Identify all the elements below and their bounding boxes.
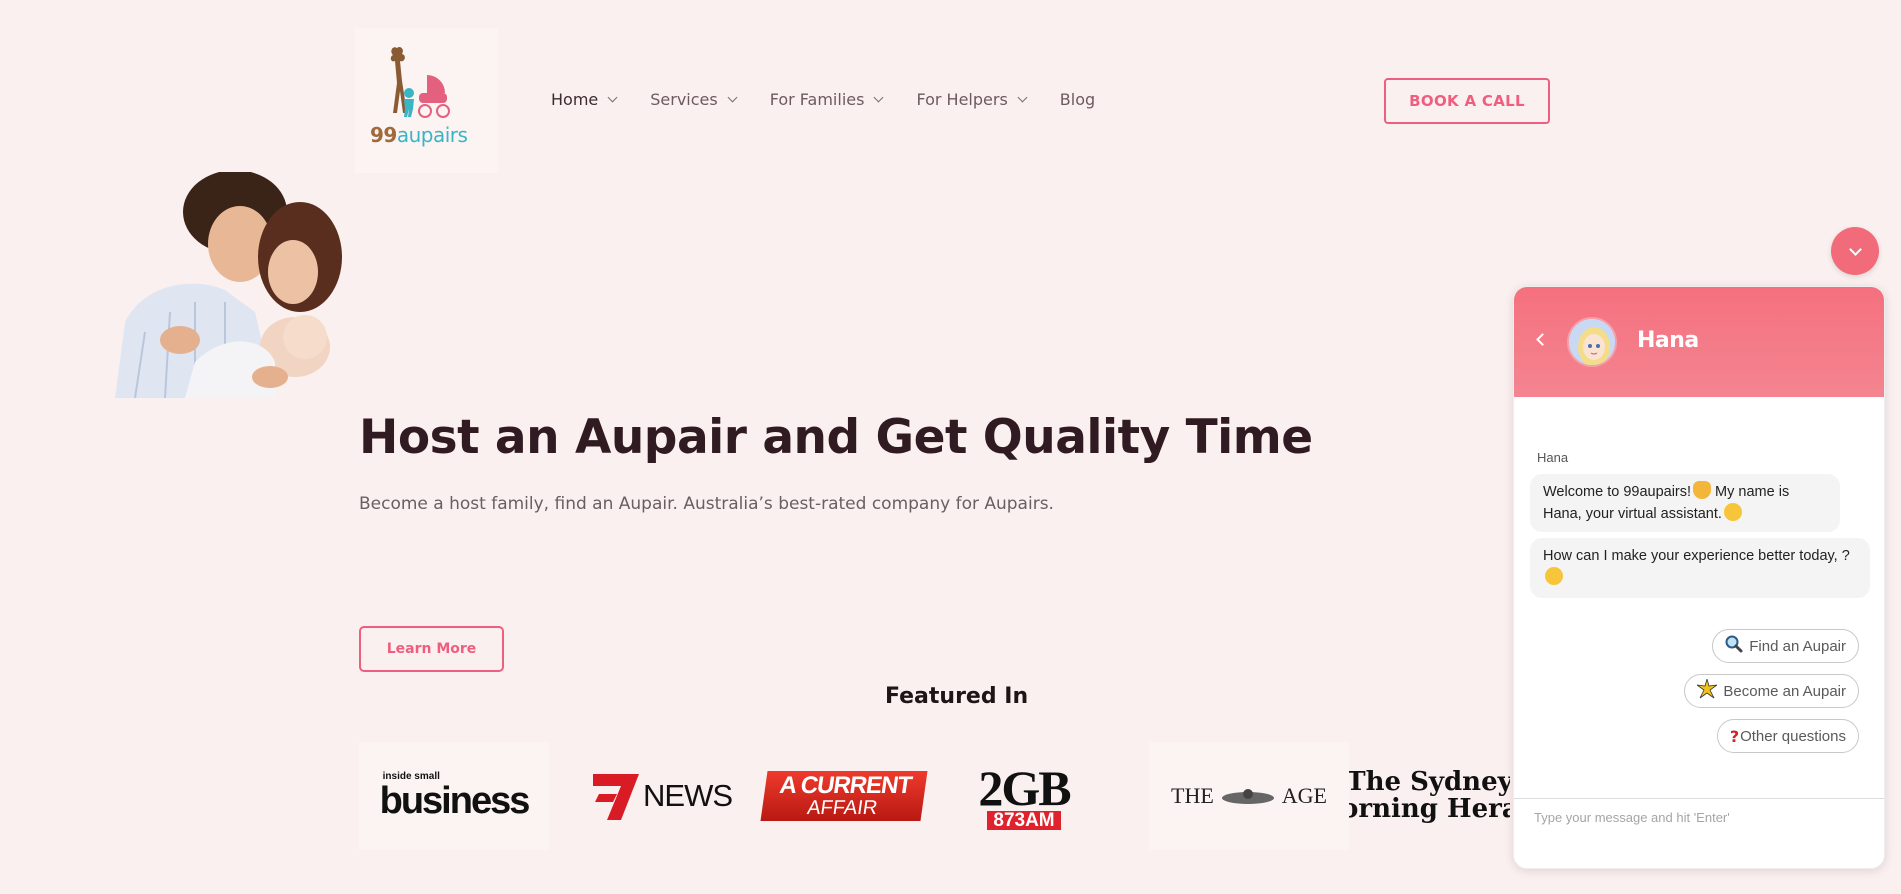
magnifier-icon bbox=[1725, 635, 1743, 657]
quick-reply-label: Find an Aupair bbox=[1749, 637, 1846, 655]
chat-message: Welcome to 99aupairs! My name is Hana, y… bbox=[1530, 474, 1840, 532]
logo-inside-small-business: inside small business bbox=[359, 742, 549, 850]
logo-a-current-affair: A CURRENT AFFAIR bbox=[759, 742, 929, 850]
chevron-down-icon bbox=[607, 92, 618, 103]
book-a-call-button[interactable]: BOOK A CALL bbox=[1384, 78, 1550, 124]
quick-reply-find-aupair[interactable]: Find an Aupair bbox=[1712, 629, 1859, 663]
nav-home[interactable]: Home bbox=[551, 90, 618, 109]
featured-logos: inside small business NEWS A CURRENT AFF… bbox=[359, 742, 1510, 850]
main-nav: Home Services For Families For Helpers B… bbox=[551, 90, 1129, 109]
chat-widget: Hana Hana Welcome to 99aupairs! My name … bbox=[1513, 286, 1885, 869]
crest-icon bbox=[1221, 789, 1274, 804]
smile-icon bbox=[1723, 503, 1742, 521]
nav-for-families-label: For Families bbox=[769, 90, 865, 109]
nav-home-label: Home bbox=[551, 90, 599, 109]
chat-minimize-button[interactable] bbox=[1831, 227, 1879, 275]
message-text: How can I make your experience better to… bbox=[1543, 548, 1850, 564]
nav-blog[interactable]: Blog bbox=[1060, 90, 1095, 109]
nav-services-label: Services bbox=[650, 90, 718, 109]
logo-text: 99aupairs bbox=[370, 123, 468, 147]
quick-reply-other-questions[interactable]: ? Other questions bbox=[1716, 719, 1859, 753]
nav-for-helpers[interactable]: For Helpers bbox=[916, 90, 1028, 109]
agent-name: Hana bbox=[1637, 328, 1699, 353]
learn-more-button[interactable]: Learn More bbox=[359, 626, 504, 672]
hero-family-photo bbox=[75, 172, 355, 398]
chat-input-divider bbox=[1514, 798, 1884, 799]
nav-blog-label: Blog bbox=[1059, 90, 1096, 109]
chevron-down-icon bbox=[1017, 92, 1028, 103]
hero-title: Host an Aupair and Get Quality Time bbox=[359, 410, 1313, 465]
message-text: Welcome to 99aupairs! bbox=[1543, 484, 1692, 500]
back-arrow-icon[interactable] bbox=[1536, 333, 1549, 346]
thinking-face-icon bbox=[1545, 567, 1563, 585]
agent-avatar bbox=[1567, 317, 1617, 367]
quick-reply-become-aupair[interactable]: Become an Aupair bbox=[1684, 674, 1859, 708]
nav-services[interactable]: Services bbox=[650, 90, 738, 109]
logo-2gb: 2GB 873AM bbox=[978, 759, 1072, 831]
message-sender-label: Hana bbox=[1537, 450, 1569, 465]
site-logo[interactable]: 99aupairs bbox=[355, 28, 498, 173]
chat-header: Hana bbox=[1514, 287, 1884, 397]
logo-the-age: THE AGE bbox=[1149, 742, 1349, 850]
chevron-down-icon bbox=[1848, 242, 1862, 256]
nav-for-helpers-label: For Helpers bbox=[916, 90, 1008, 109]
quick-reply-label: Other questions bbox=[1740, 727, 1846, 745]
sparkle-icon bbox=[1697, 677, 1718, 703]
hero-subtitle: Become a host family, find an Aupair. Au… bbox=[359, 494, 1054, 514]
chat-message-input[interactable] bbox=[1534, 810, 1864, 825]
logo-sydney-morning-herald: The Sydney Morning Herald bbox=[1349, 766, 1510, 824]
chevron-down-icon bbox=[874, 92, 884, 103]
chevron-down-icon bbox=[727, 92, 738, 103]
logo-7news: NEWS bbox=[574, 742, 749, 850]
question-icon: ? bbox=[1729, 726, 1740, 746]
chat-message: How can I make your experience better to… bbox=[1530, 538, 1870, 598]
quick-reply-label: Become an Aupair bbox=[1723, 682, 1846, 700]
nav-for-families[interactable]: For Families bbox=[769, 90, 884, 109]
featured-in-heading: Featured In bbox=[885, 684, 1029, 709]
waving-hand-icon bbox=[1693, 481, 1712, 499]
